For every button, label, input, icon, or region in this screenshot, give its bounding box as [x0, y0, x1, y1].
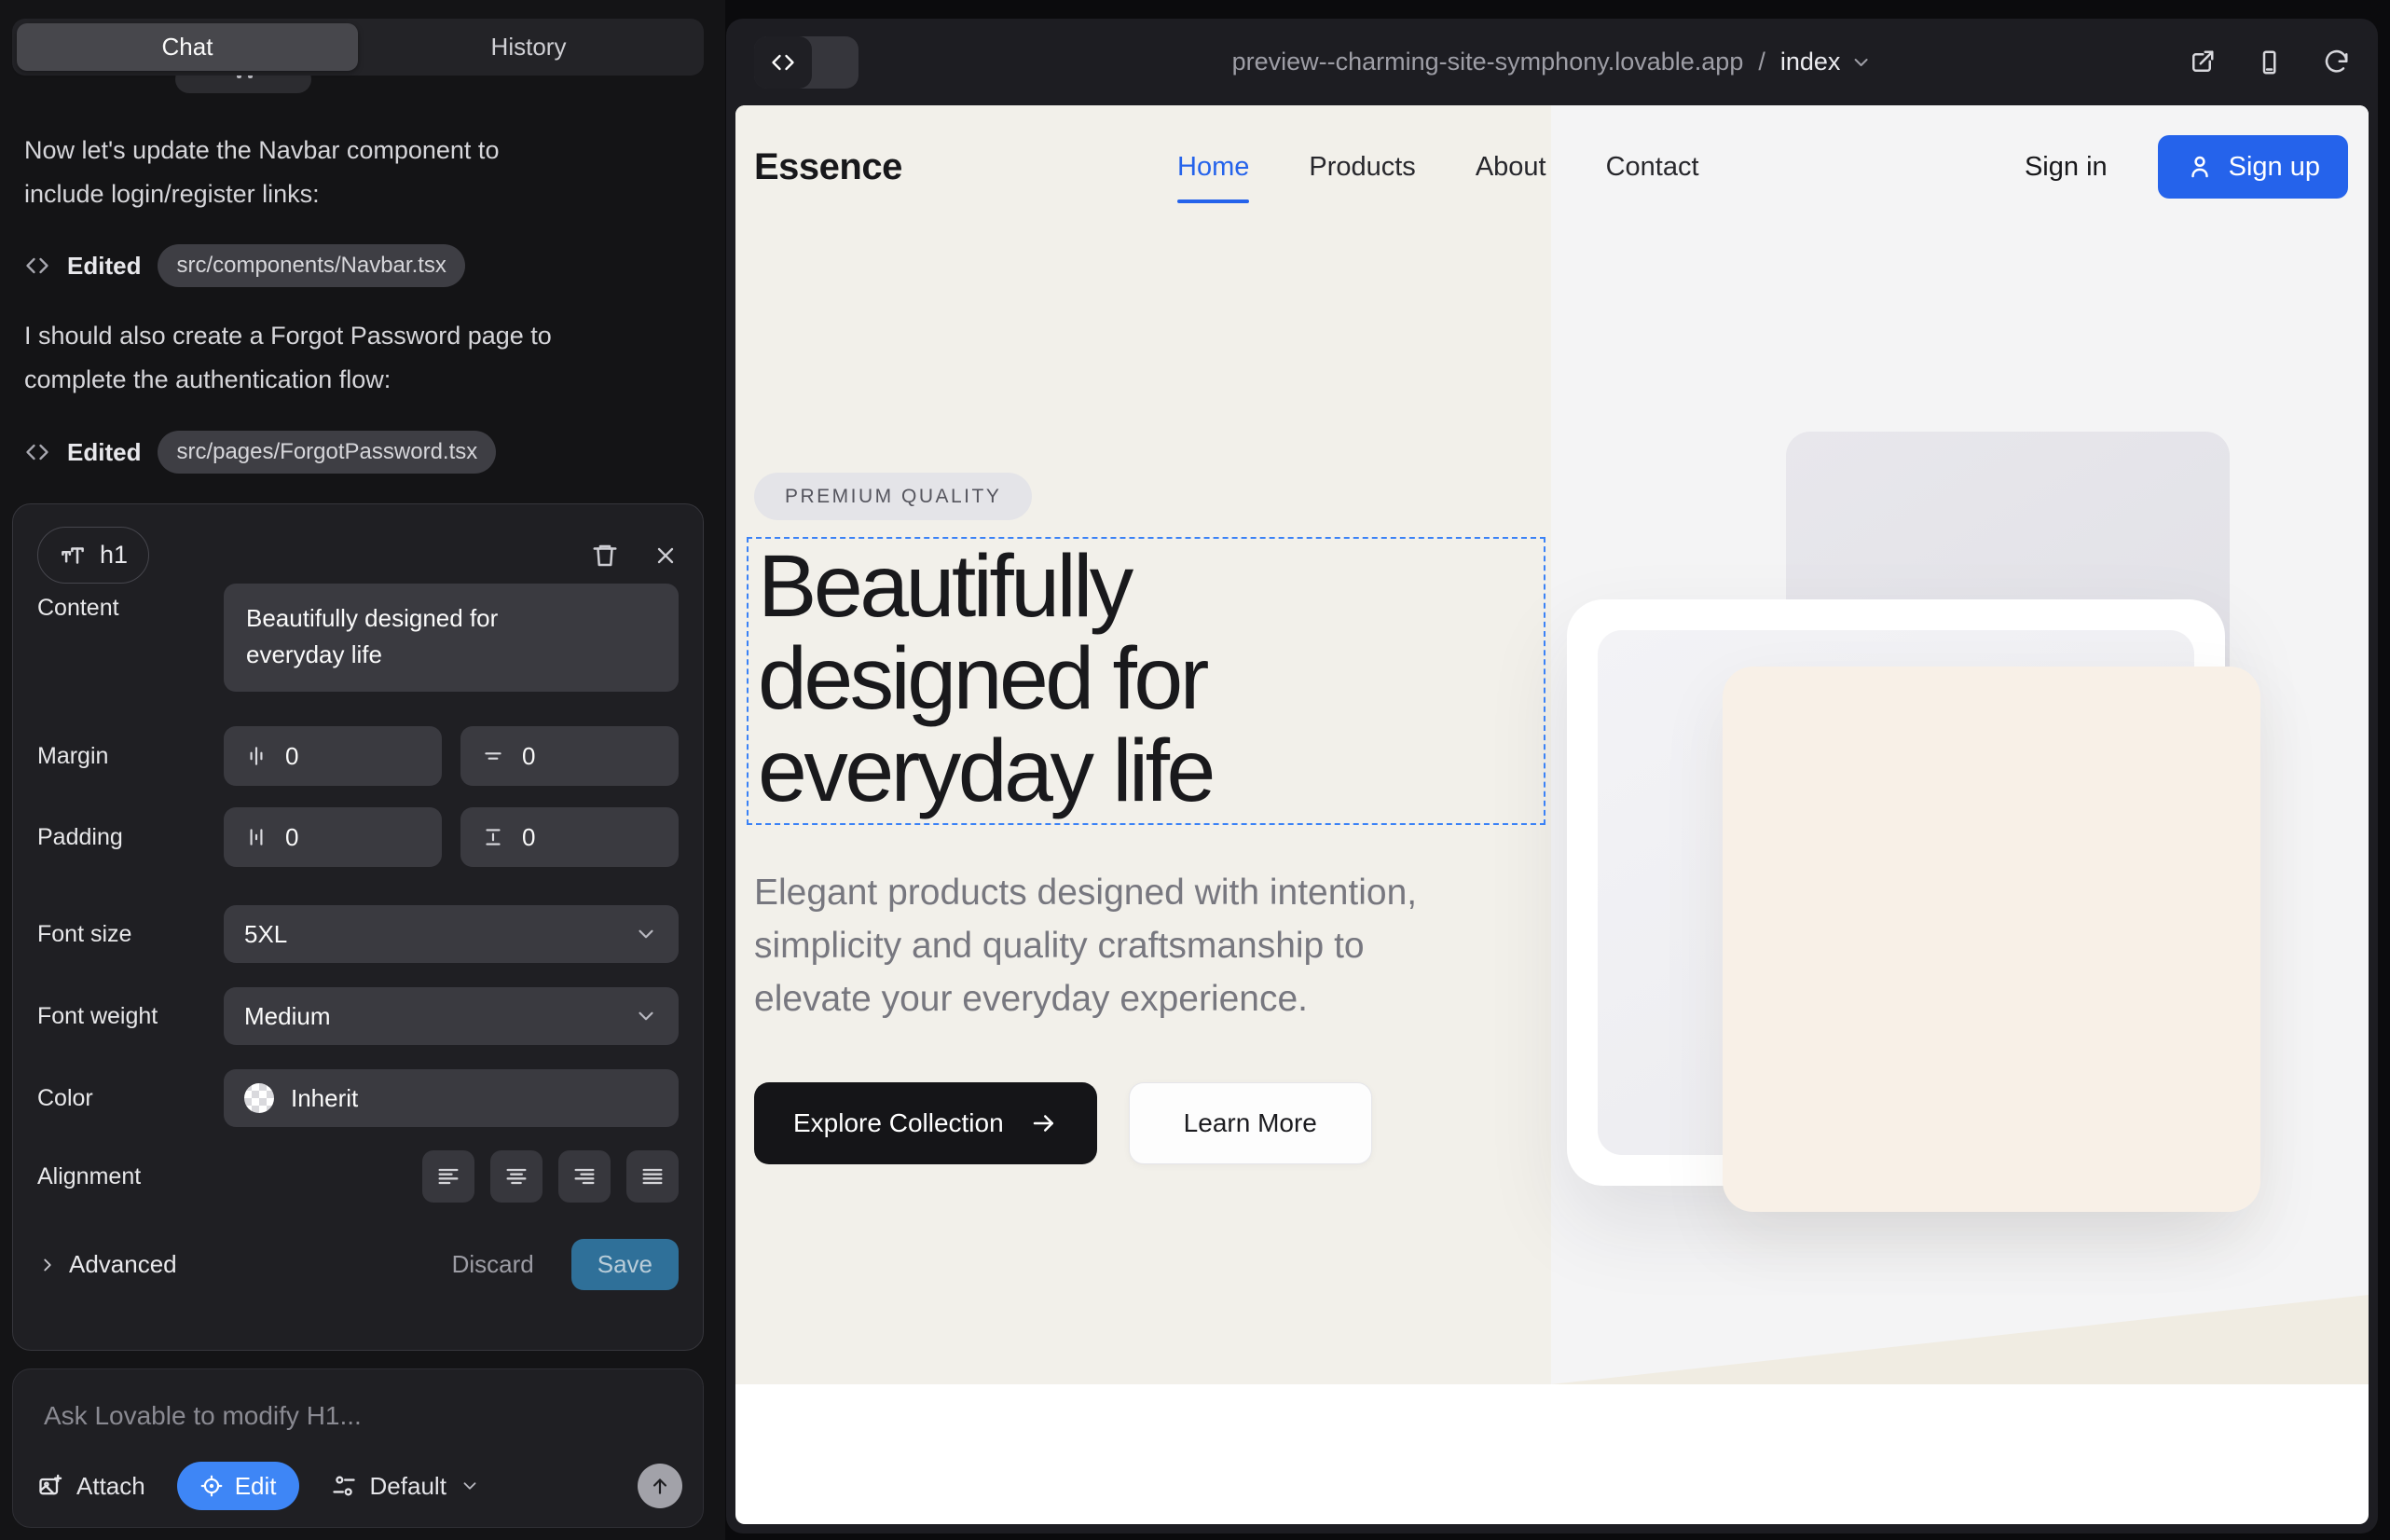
- color-swatch: [244, 1083, 274, 1113]
- edited-file-row: Edited src/components/Navbar.tsx: [24, 244, 465, 287]
- element-tag-name: h1: [100, 541, 128, 570]
- code-icon: [770, 49, 796, 76]
- explore-collection-button[interactable]: Explore Collection: [754, 1082, 1097, 1164]
- sign-up-button[interactable]: Sign up: [2158, 135, 2348, 199]
- color-select[interactable]: Inherit: [224, 1069, 679, 1127]
- color-label: Color: [37, 1085, 224, 1112]
- nav-link-home[interactable]: Home: [1177, 152, 1249, 183]
- alignment-label: Alignment: [37, 1163, 224, 1190]
- save-button[interactable]: Save: [571, 1239, 679, 1290]
- chevron-down-icon: [460, 1476, 480, 1496]
- padding-vertical-icon: [481, 825, 505, 849]
- hero-image-card-beige: [1723, 667, 2260, 1212]
- target-icon: [199, 1474, 224, 1498]
- nav-link-contact[interactable]: Contact: [1606, 152, 1699, 183]
- composer-input[interactable]: [44, 1390, 659, 1442]
- edit-mode-button[interactable]: Edit: [177, 1462, 299, 1510]
- font-size-label: Font size: [37, 921, 224, 948]
- close-icon[interactable]: [652, 543, 679, 569]
- trash-icon[interactable]: [591, 542, 619, 570]
- chevron-down-icon: [634, 1004, 658, 1028]
- align-right-icon: [571, 1163, 598, 1189]
- margin-x-input[interactable]: 0: [224, 726, 442, 786]
- edited-label: Edited: [67, 438, 141, 467]
- chevron-down-icon: [634, 922, 658, 946]
- attach-image-icon: [37, 1473, 63, 1499]
- align-center-button[interactable]: [490, 1150, 543, 1203]
- refresh-icon[interactable]: [2322, 48, 2350, 76]
- font-size-select[interactable]: 5XL: [224, 905, 679, 963]
- margin-horizontal-icon: [244, 744, 268, 768]
- type-icon: [59, 542, 87, 570]
- file-chip[interactable]: src/pages/ForgotPassword.tsx: [158, 431, 496, 474]
- file-chip[interactable]: src/components/Navbar.tsx: [158, 244, 464, 287]
- margin-y-input[interactable]: 0: [460, 726, 679, 786]
- sign-in-link[interactable]: Sign in: [2025, 152, 2108, 183]
- nav-links: Home Products About Contact: [1177, 105, 1699, 228]
- site-preview: Essence Home Products About Contact Sign…: [735, 105, 2369, 1524]
- assistant-message: Now let's update the Navbar component to…: [24, 129, 686, 216]
- url-domain: preview--charming-site-symphony.lovable.…: [1232, 48, 1744, 76]
- edited-label: Edited: [67, 252, 141, 281]
- panel-tabs: Chat History: [12, 19, 704, 76]
- browser-chrome: preview--charming-site-symphony.lovable.…: [726, 19, 2378, 105]
- chat-panel: Chat History Now let's update the Navbar…: [0, 0, 725, 1540]
- mobile-icon[interactable]: [2255, 48, 2283, 76]
- element-tag-pill[interactable]: h1: [37, 527, 149, 584]
- align-right-button[interactable]: [558, 1150, 611, 1203]
- url-bar[interactable]: preview--charming-site-symphony.lovable.…: [1232, 48, 1873, 76]
- font-weight-select[interactable]: Medium: [224, 987, 679, 1045]
- margin-vertical-icon: [481, 744, 505, 768]
- premium-quality-badge: PREMIUM QUALITY: [754, 473, 1032, 520]
- code-preview-toggle[interactable]: [754, 36, 858, 89]
- padding-label: Padding: [37, 824, 224, 851]
- external-link-icon[interactable]: [2188, 48, 2216, 76]
- code-icon: [24, 439, 50, 465]
- learn-more-button[interactable]: Learn More: [1129, 1082, 1372, 1164]
- padding-horizontal-icon: [244, 825, 268, 849]
- align-center-icon: [503, 1163, 529, 1189]
- code-toggle-segment[interactable]: [754, 36, 812, 89]
- align-justify-icon: [639, 1163, 666, 1189]
- margin-label: Margin: [37, 743, 224, 770]
- arrow-right-icon: [1030, 1109, 1058, 1137]
- site-navbar: Essence Home Products About Contact Sign…: [735, 105, 2369, 228]
- discard-button[interactable]: Discard: [452, 1250, 534, 1279]
- content-input[interactable]: Beautifully designed for everyday life: [224, 584, 679, 692]
- user-icon: [2186, 153, 2214, 181]
- tab-history[interactable]: History: [358, 23, 699, 71]
- element-editor-panel: h1 Content Beautifully designed for ever…: [12, 503, 704, 1351]
- nav-link-about[interactable]: About: [1476, 152, 1546, 183]
- nav-link-products[interactable]: Products: [1309, 152, 1415, 183]
- edited-file-row: Edited src/pages/ForgotPassword.tsx: [24, 431, 496, 474]
- padding-y-input[interactable]: 0: [460, 807, 679, 867]
- attach-button[interactable]: Attach: [37, 1472, 145, 1501]
- send-arrow-icon: [648, 1474, 672, 1498]
- font-weight-label: Font weight: [37, 1003, 224, 1030]
- default-mode-button[interactable]: Default: [331, 1472, 480, 1501]
- chevron-right-icon: [37, 1255, 58, 1275]
- sliders-icon: [331, 1473, 357, 1499]
- align-left-button[interactable]: [422, 1150, 474, 1203]
- send-button[interactable]: [638, 1464, 682, 1508]
- assistant-message: I should also create a Forgot Password p…: [24, 314, 686, 402]
- align-left-icon: [435, 1163, 461, 1189]
- url-page: index: [1780, 48, 1841, 76]
- content-label: Content: [37, 595, 224, 622]
- padding-x-input[interactable]: 0: [224, 807, 442, 867]
- tab-chat[interactable]: Chat: [17, 23, 358, 71]
- advanced-toggle[interactable]: Advanced: [37, 1250, 177, 1279]
- chat-composer: Attach Edit Default: [12, 1368, 704, 1528]
- align-justify-button[interactable]: [626, 1150, 679, 1203]
- preview-frame: preview--charming-site-symphony.lovable.…: [726, 19, 2378, 1533]
- code-icon: [24, 253, 50, 279]
- hero-headline[interactable]: Beautifully designed for everyday life: [749, 539, 1544, 818]
- url-separator: /: [1752, 48, 1771, 76]
- selected-element-outline[interactable]: Beautifully designed for everyday life: [747, 537, 1545, 825]
- chevron-down-icon: [1849, 51, 1872, 74]
- site-logo[interactable]: Essence: [754, 146, 902, 188]
- hero-description: Elegant products designed with intention…: [754, 866, 1500, 1025]
